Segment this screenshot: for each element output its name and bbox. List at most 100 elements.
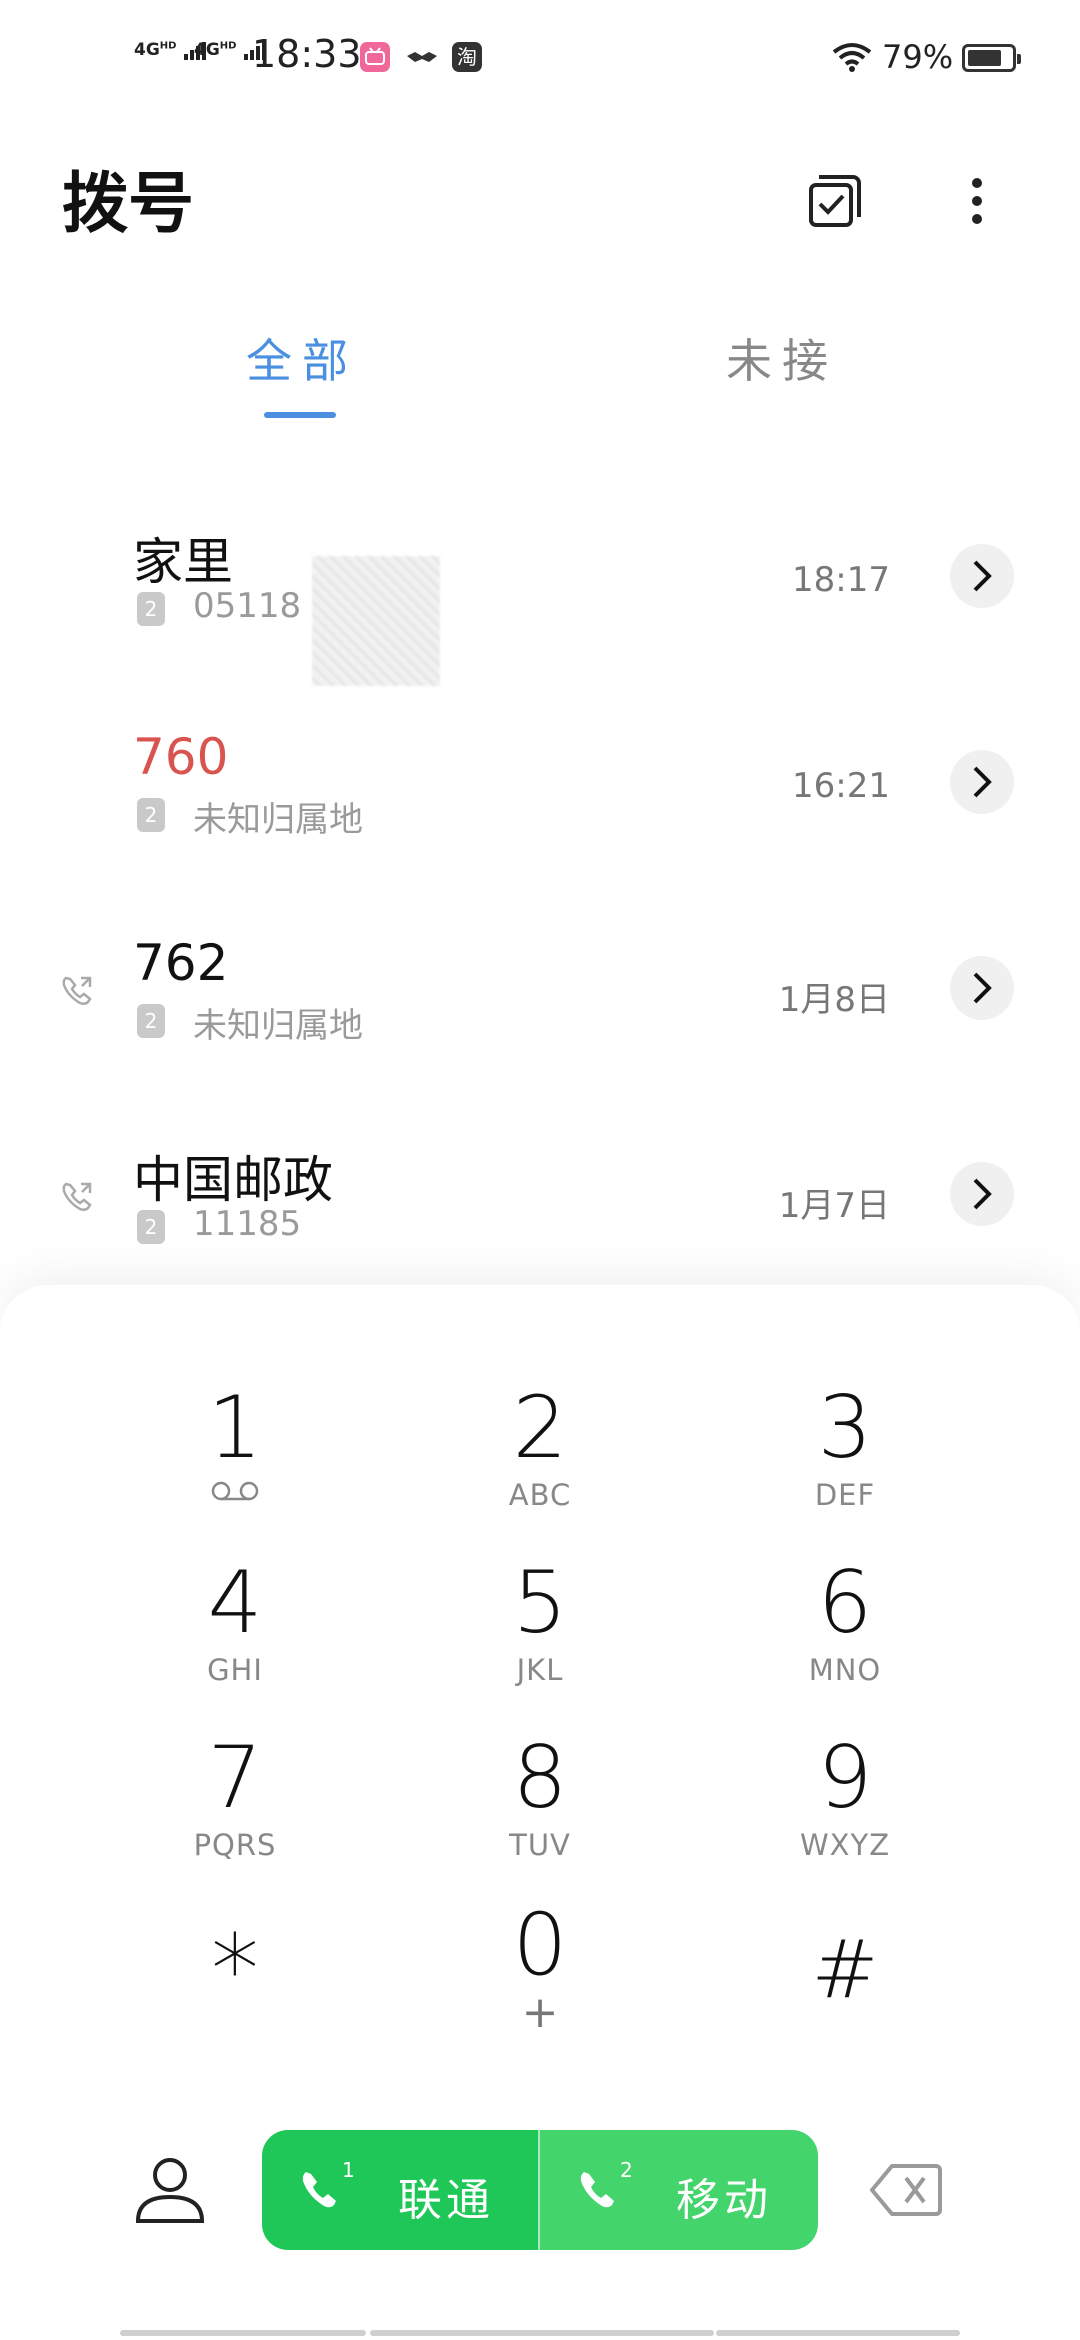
key-letters: PQRS — [193, 1828, 277, 1862]
key-9[interactable]: 9 WXYZ — [695, 1730, 995, 1900]
call-time: 1月8日 — [778, 980, 890, 1020]
bilibili-icon — [360, 42, 390, 72]
chevron-right-icon — [973, 766, 992, 798]
contacts-button[interactable] — [130, 2150, 210, 2230]
network-type-1: 4G — [134, 40, 160, 60]
key-plus: + — [521, 1987, 559, 2038]
voicemail-icon — [85, 1478, 385, 1508]
tab-indicator — [264, 412, 336, 418]
person-icon — [135, 2158, 205, 2223]
key-letters: TUV — [509, 1828, 571, 1862]
battery-icon — [962, 44, 1021, 72]
call-detail: 未知归属地 — [193, 1006, 363, 1046]
call-time: 18:17 — [792, 560, 890, 600]
call-button-label: 联通 — [398, 2175, 494, 2226]
key-0[interactable]: 0 + — [390, 1897, 690, 2067]
key-digit: 7 — [207, 1728, 263, 1828]
call-log-item[interactable]: 760 2 未知归属地 16:21 — [0, 716, 1080, 886]
key-digit: 1 — [207, 1378, 263, 1478]
key-digit: 6 — [817, 1553, 873, 1653]
call-details-button[interactable] — [950, 544, 1014, 608]
key-letters: MNO — [808, 1653, 882, 1687]
backspace-button[interactable] — [868, 2158, 944, 2226]
sim-badge-icon: 2 — [137, 798, 165, 832]
call-log-item[interactable]: 中国邮政 2 11185 1月7日 — [0, 1128, 1080, 1298]
chevron-right-icon — [973, 972, 992, 1004]
nav-bar-segment — [716, 2330, 960, 2336]
key-letters: JKL — [516, 1653, 564, 1687]
outgoing-call-icon — [60, 1180, 94, 1218]
key-1[interactable]: 1 — [85, 1380, 385, 1550]
call-name: 家里 — [133, 533, 233, 591]
network-type-2: 4G — [194, 40, 220, 60]
key-4[interactable]: 4 GHI — [85, 1555, 385, 1725]
call-button-label: 移动 — [676, 2175, 772, 2226]
key-letters: DEF — [814, 1478, 876, 1512]
key-digit: 4 — [207, 1553, 263, 1653]
network-hd-1: HD — [159, 40, 177, 52]
sim-number: 2 — [620, 2158, 633, 2182]
battery-nub — [1017, 54, 1021, 64]
key-5[interactable]: 5 JKL — [390, 1555, 690, 1725]
key-digit: # — [811, 1923, 879, 2016]
taobao-icon: 淘 — [452, 42, 482, 72]
key-6[interactable]: 6 MNO — [695, 1555, 995, 1725]
status-bar: 4GHD 4GHD 18:33 淘 79% — [0, 0, 1080, 110]
key-digit: * — [211, 1914, 259, 2026]
call-name: 中国邮政 — [133, 1151, 333, 1209]
call-details-button[interactable] — [950, 956, 1014, 1020]
sim-number: 1 — [342, 2158, 355, 2182]
key-digit: 0 — [512, 1895, 568, 1995]
sim-badge-icon: 2 — [137, 592, 165, 626]
battery-fill — [968, 50, 1001, 66]
phone-sim2-icon: 2 — [576, 2158, 633, 2227]
call-log-item[interactable]: 家里 2 05118 18:17 — [0, 510, 1080, 680]
key-digit: 9 — [817, 1728, 873, 1828]
handshake-icon — [405, 42, 437, 72]
key-letters: WXYZ — [799, 1828, 891, 1862]
call-detail: 未知归属地 — [193, 800, 363, 840]
call-time: 1月7日 — [778, 1186, 890, 1226]
multiselect-button[interactable] — [800, 166, 870, 236]
tab-all[interactable]: 全部 — [246, 325, 358, 391]
call-details-button[interactable] — [950, 750, 1014, 814]
call-details-button[interactable] — [950, 1162, 1014, 1226]
chevron-right-icon — [973, 1178, 992, 1210]
chevron-right-icon — [973, 560, 992, 592]
call-log-item[interactable]: 762 2 未知归属地 1月8日 — [0, 922, 1080, 1092]
page-title: 拨号 — [62, 165, 194, 242]
tab-missed[interactable]: 未接 — [726, 325, 838, 391]
key-star[interactable]: * — [85, 1915, 385, 2085]
key-letters: GHI — [207, 1653, 263, 1687]
key-8[interactable]: 8 TUV — [390, 1730, 690, 1900]
key-digit: 8 — [512, 1728, 568, 1828]
battery-percent: 79% — [882, 38, 954, 76]
call-button-sim1[interactable]: 1 联通 — [262, 2130, 538, 2250]
nav-bar-segment — [370, 2330, 714, 2336]
outgoing-call-icon — [60, 974, 94, 1012]
key-3[interactable]: 3 DEF — [695, 1380, 995, 1550]
multiselect-icon — [809, 175, 861, 227]
status-time: 18:33 — [252, 32, 362, 76]
call-name: 762 — [133, 934, 229, 992]
more-vertical-icon — [972, 178, 982, 224]
key-digit: 5 — [512, 1553, 568, 1653]
taobao-glyph: 淘 — [457, 45, 477, 69]
network-hd-2: HD — [219, 40, 237, 52]
call-button-sim2[interactable]: 2 移动 — [540, 2130, 818, 2250]
redaction-blur — [312, 556, 440, 686]
key-digit: 3 — [817, 1378, 873, 1478]
sim-badge-icon: 2 — [137, 1004, 165, 1038]
backspace-icon — [870, 2164, 942, 2216]
key-hash[interactable]: # — [695, 1915, 995, 2085]
wifi-icon — [832, 42, 872, 76]
call-detail: 11185 — [193, 1204, 302, 1244]
nav-bar-segment — [120, 2330, 366, 2336]
phone-sim1-icon: 1 — [298, 2158, 355, 2227]
key-2[interactable]: 2 ABC — [390, 1380, 690, 1550]
call-name: 760 — [133, 728, 229, 786]
more-options-button[interactable] — [942, 166, 1012, 236]
key-7[interactable]: 7 PQRS — [85, 1730, 385, 1900]
call-detail: 05118 — [193, 586, 302, 626]
key-digit: 2 — [512, 1378, 568, 1478]
